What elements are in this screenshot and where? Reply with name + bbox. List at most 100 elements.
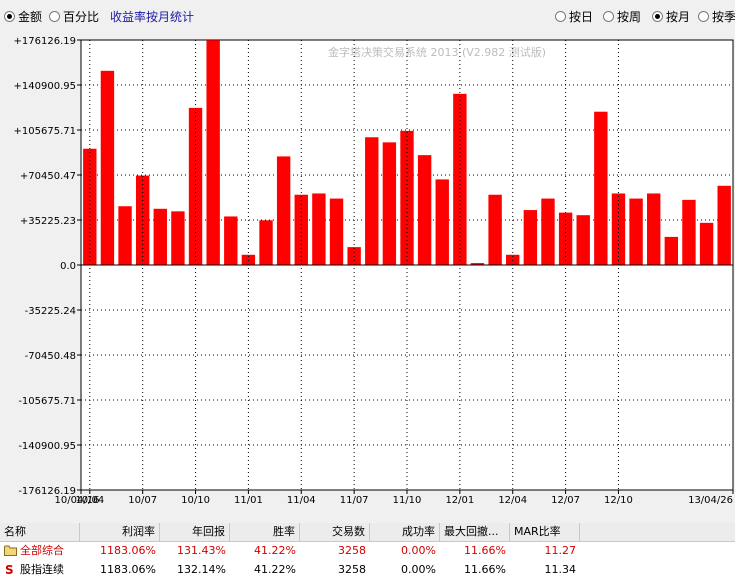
bar — [629, 198, 643, 265]
period-season-label: 按季 — [712, 10, 735, 24]
bar — [682, 199, 696, 265]
col-header-annual[interactable]: 年回报 — [160, 523, 230, 541]
table-row[interactable]: S 股指连续 1183.06% 132.14% 41.22% 3258 0.00… — [0, 561, 735, 579]
x-tick-label: 12/10 — [604, 495, 633, 506]
y-tick-label: 0.0 — [60, 261, 76, 272]
row-mar: 11.34 — [544, 563, 577, 576]
bar — [382, 142, 397, 265]
folder-icon — [4, 545, 17, 556]
period-month-label: 按月 — [666, 10, 691, 24]
stat-title-link[interactable]: 收益率按月统计 — [110, 8, 194, 25]
x-tick-label: 12/07 — [551, 495, 580, 506]
col-header-success[interactable]: 成功率 — [370, 523, 440, 541]
radio-unselected-icon — [49, 11, 60, 22]
mode-amount-radio[interactable]: 金额 — [4, 8, 42, 25]
x-tick-label: 11/04 — [287, 495, 316, 506]
x-tick-label: 10/04 — [75, 495, 104, 506]
x-tick-label: 11/10 — [393, 495, 422, 506]
series-icon: S — [5, 563, 14, 577]
bar — [312, 193, 326, 265]
period-day-label: 按日 — [569, 10, 594, 24]
bar — [171, 211, 185, 265]
col-header-winrate[interactable]: 胜率 — [230, 523, 300, 541]
bar — [664, 236, 679, 265]
bar — [576, 215, 590, 265]
bar — [453, 93, 467, 265]
bar — [594, 111, 608, 265]
x-tick-label: 12/04 — [498, 495, 527, 506]
period-month-radio[interactable]: 按月 — [652, 8, 690, 25]
bar — [118, 206, 132, 265]
stats-table: 名称 利润率 年回报 胜率 交易数 成功率 最大回撤... MAR比率 全部综合… — [0, 523, 735, 580]
row-maxdd: 11.66% — [464, 544, 506, 557]
radio-unselected-icon — [555, 11, 566, 22]
radio-unselected-icon — [603, 11, 614, 22]
x-tick-label: 12/01 — [445, 495, 474, 506]
y-tick-label: +176126.19 — [14, 36, 76, 47]
radio-selected-icon — [652, 11, 663, 22]
period-season-radio[interactable]: 按季 — [698, 8, 735, 25]
col-header-name[interactable]: 名称 — [0, 523, 80, 541]
bar — [488, 194, 502, 265]
y-tick-label: -105675.71 — [18, 396, 76, 407]
x-tick-label: 10/07 — [128, 495, 157, 506]
bar — [294, 194, 308, 265]
bar — [224, 216, 238, 265]
y-tick-label: -140900.95 — [18, 441, 76, 452]
x-tick-label: 11/07 — [340, 495, 369, 506]
chart-watermark: 金字塔决策交易系统 2013 (V2.982 测试版) — [328, 45, 546, 59]
col-header-profit[interactable]: 利润率 — [80, 523, 160, 541]
bar — [435, 179, 449, 265]
x-tick-label: 10/10 — [181, 495, 210, 506]
bar — [188, 107, 203, 266]
x-tick-label: 11/01 — [234, 495, 263, 506]
mode-percent-label: 百分比 — [63, 10, 100, 24]
row-trades: 3258 — [338, 544, 366, 557]
col-header-maxdd[interactable]: 最大回撤... — [440, 523, 510, 541]
row-profit: 1183.06% — [100, 563, 156, 576]
row-mar: 11.27 — [544, 544, 577, 557]
bar — [699, 222, 714, 265]
mode-amount-label: 金额 — [18, 10, 43, 24]
bar — [523, 210, 538, 265]
period-week-radio[interactable]: 按周 — [603, 8, 641, 25]
y-tick-label: -35225.24 — [25, 306, 76, 317]
bar — [365, 137, 379, 265]
row-success: 0.00% — [401, 544, 436, 557]
row-name: 股指连续 — [20, 563, 64, 576]
row-profit: 1183.06% — [100, 544, 156, 557]
table-header-row: 名称 利润率 年回报 胜率 交易数 成功率 最大回撤... MAR比率 — [0, 523, 735, 542]
row-winrate: 41.22% — [254, 544, 296, 557]
bar — [83, 148, 97, 265]
bar — [276, 156, 291, 265]
y-tick-label: +140900.95 — [14, 81, 76, 92]
y-tick-label: +105675.71 — [14, 126, 76, 137]
y-tick-label: +35225.23 — [20, 216, 76, 227]
bar — [417, 155, 432, 265]
row-trades: 3258 — [338, 563, 366, 576]
period-week-label: 按周 — [617, 10, 642, 24]
bar — [717, 185, 731, 265]
x-tick-label: 13/04/26 — [688, 495, 733, 506]
bar — [259, 220, 273, 265]
row-success: 0.00% — [401, 563, 436, 576]
bar — [647, 193, 661, 265]
row-winrate: 41.22% — [254, 563, 296, 576]
col-header-mar[interactable]: MAR比率 — [510, 523, 580, 541]
bar — [206, 40, 220, 265]
row-maxdd: 11.66% — [464, 563, 506, 576]
table-row[interactable]: 全部综合 1183.06% 131.43% 41.22% 3258 0.00% … — [0, 542, 735, 560]
col-header-trades[interactable]: 交易数 — [300, 523, 370, 541]
toolbar: 金额 百分比 收益率按月统计 按日 按周 按月 按季 — [0, 0, 735, 30]
bar — [153, 208, 167, 265]
row-name: 全部综合 — [20, 544, 64, 557]
row-annual: 132.14% — [177, 563, 226, 576]
radio-unselected-icon — [698, 11, 709, 22]
radio-selected-icon — [4, 11, 15, 22]
mode-percent-radio[interactable]: 百分比 — [49, 8, 99, 25]
monthly-return-chart: 金字塔决策交易系统 2013 (V2.982 测试版) +176126.19 +14… — [14, 36, 734, 506]
y-tick-label: +70450.47 — [20, 171, 76, 182]
period-day-radio[interactable]: 按日 — [555, 8, 593, 25]
bar — [329, 198, 344, 265]
row-annual: 131.43% — [177, 544, 226, 557]
